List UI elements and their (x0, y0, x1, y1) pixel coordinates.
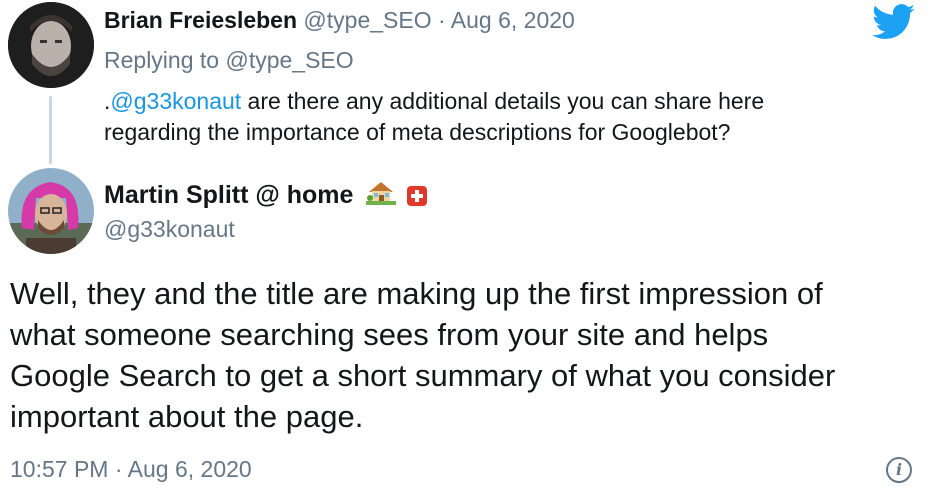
reply-author-name[interactable]: Brian Freiesleben (104, 7, 297, 33)
main-author-name[interactable]: Martin Splitt @ home (104, 181, 353, 209)
main-text-line-1: Well, they and the title are making up t… (10, 276, 823, 311)
swiss-flag-icon (407, 186, 428, 207)
main-tweet-separator: · (114, 456, 123, 482)
main-text-line-3: Google Search to get a short summary of … (10, 358, 836, 393)
reply-author-handle[interactable]: @type_SEO (303, 7, 431, 33)
main-tweet-timestamp[interactable]: 10:57 PM · Aug 6, 2020 (10, 453, 252, 485)
house-with-garden-icon (366, 179, 397, 214)
replying-to-label: Replying to (104, 47, 220, 73)
house-emoji-svg (366, 181, 397, 205)
avatar-brian[interactable] (8, 2, 94, 88)
reply-header: Brian Freiesleben @type_SEO · Aug 6, 202… (104, 4, 575, 36)
main-author-handle[interactable]: @g33konaut (104, 213, 235, 245)
reply-tweet-text: .@g33konaut are there any additional det… (104, 86, 904, 148)
avatar-martin[interactable] (8, 168, 94, 254)
reply-text-line-2: regarding the importance of meta descrip… (104, 119, 731, 145)
reply-mention-link[interactable]: @g33konaut (110, 88, 241, 114)
twitter-bird-icon[interactable] (872, 4, 916, 40)
avatar-brian-image (8, 2, 94, 88)
thread-connector-line (49, 96, 52, 164)
replying-to-handle[interactable]: @type_SEO (225, 47, 353, 73)
main-text-line-4: important about the page. (10, 399, 364, 434)
main-text-line-2: what someone searching sees from your si… (10, 317, 769, 352)
main-author-name-row: Martin Splitt @ home (104, 178, 428, 214)
main-tweet-time: 10:57 PM (10, 456, 109, 482)
reply-date[interactable]: Aug 6, 2020 (451, 7, 575, 33)
replying-to-line: Replying to @type_SEO (104, 44, 354, 76)
reply-separator: · (438, 7, 446, 33)
reply-text-line-1: .@g33konaut are there any additional det… (104, 86, 904, 117)
main-tweet-text: Well, they and the title are making up t… (10, 273, 930, 437)
reply-text-line1-rest: are there any additional details you can… (241, 88, 765, 114)
info-icon[interactable]: i (886, 457, 912, 483)
avatar-martin-image (8, 168, 94, 254)
main-tweet-date: Aug 6, 2020 (127, 456, 252, 482)
twitter-bird-svg (872, 4, 915, 39)
